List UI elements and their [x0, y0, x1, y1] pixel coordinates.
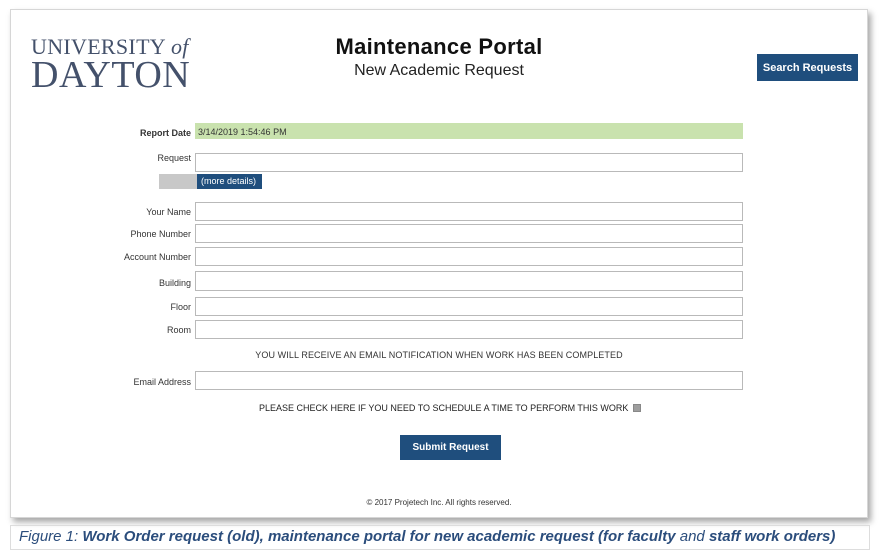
more-details-button[interactable]: (more details) — [197, 174, 262, 189]
account-number-input[interactable] — [195, 247, 743, 266]
email-notification-notice: YOU WILL RECEIVE AN EMAIL NOTIFICATION W… — [255, 350, 623, 360]
your-name-label: Your Name — [146, 207, 191, 217]
email-address-label: Email Address — [133, 377, 191, 387]
page-title: Maintenance Portal — [335, 34, 543, 59]
building-label: Building — [158, 278, 191, 288]
maintenance-portal-window: UNIVERSITY of DAYTON Maintenance Portal … — [10, 9, 868, 518]
figure-caption: Figure 1: Work Order request (old), main… — [10, 525, 870, 550]
submit-request-button[interactable]: Submit Request — [400, 435, 501, 460]
floor-select[interactable] — [195, 297, 743, 316]
more-details-spacer — [159, 174, 197, 189]
room-label: Room — [166, 325, 191, 335]
request-label: Request — [157, 153, 191, 163]
caption-tail: staff work orders) — [708, 528, 836, 545]
search-requests-button[interactable]: Search Requests — [757, 54, 858, 81]
request-input[interactable] — [195, 153, 743, 172]
caption-and: and — [675, 528, 709, 545]
account-number-label: Account Number — [123, 252, 191, 262]
room-select[interactable] — [195, 320, 743, 339]
schedule-row: PLEASE CHECK HERE IF YOU NEED TO SCHEDUL… — [259, 403, 642, 413]
email-address-input[interactable] — [195, 371, 743, 390]
schedule-checkbox[interactable] — [633, 404, 642, 412]
caption-title: Work Order request (old), maintenance po… — [82, 528, 676, 545]
floor-label: Floor — [170, 302, 191, 312]
caption-figure-number: Figure 1: — [19, 528, 83, 545]
schedule-text: PLEASE CHECK HERE IF YOU NEED TO SCHEDUL… — [259, 403, 629, 413]
phone-number-label: Phone Number — [130, 229, 191, 239]
more-details-control: (more details) — [159, 174, 262, 189]
phone-number-input[interactable] — [195, 224, 743, 243]
copyright-footer: © 2017 Projetech Inc. All rights reserve… — [366, 498, 512, 507]
page-subtitle: New Academic Request — [354, 62, 524, 79]
report-date-field: 3/14/2019 1:54:46 PM — [195, 123, 743, 139]
building-select[interactable] — [195, 271, 743, 291]
your-name-input[interactable] — [195, 202, 743, 221]
report-date-label: Report Date — [139, 128, 191, 138]
